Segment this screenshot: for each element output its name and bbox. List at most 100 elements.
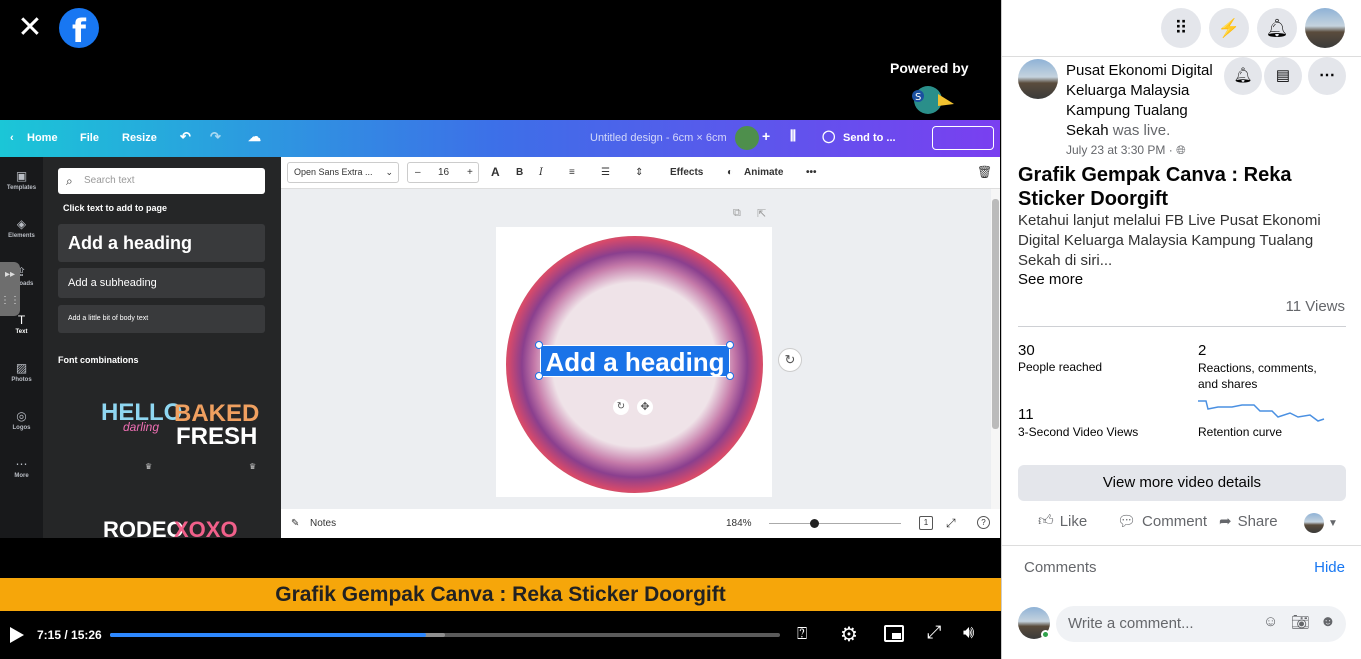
post-date[interactable]: July 23 at 3:30 PM · 🌐︎	[1066, 143, 1186, 158]
picture-in-picture-icon[interactable]	[884, 625, 904, 642]
facebook-logo[interactable]: f	[59, 8, 99, 50]
notes-button[interactable]: Notes	[310, 518, 336, 529]
comment-bubble-icon: 💬︎	[1117, 513, 1137, 530]
bold-icon[interactable]: B	[516, 167, 523, 178]
trash-icon[interactable]: 🗑	[977, 165, 992, 179]
rail-templates[interactable]: ▣ Templates	[0, 169, 43, 191]
resize-handle[interactable]	[726, 341, 734, 349]
settings-gear-icon[interactable]: ⚙	[840, 622, 858, 647]
stat-label: Reactions, comments, and shares	[1198, 361, 1317, 391]
hide-comments-link[interactable]: Hide	[1314, 559, 1345, 576]
font-size-stepper[interactable]: –16 +	[407, 162, 479, 183]
resize-handle[interactable]	[726, 372, 734, 380]
add-page-icon[interactable]: ⇱	[757, 207, 766, 220]
animate-button[interactable]: Animate	[744, 167, 783, 178]
sticker-icon[interactable]: ☻	[1320, 613, 1336, 630]
view-more-details-button[interactable]: View more video details	[1018, 465, 1346, 501]
account-avatar[interactable]	[1305, 8, 1345, 48]
cloud-icon: ☁	[248, 129, 261, 144]
page-count[interactable]: 1	[919, 516, 933, 530]
resize-handle[interactable]	[535, 372, 543, 380]
text-color-icon[interactable]: A	[491, 165, 500, 179]
rail-more[interactable]: ⋯ More	[0, 457, 43, 479]
save-icon[interactable]: ▤	[1264, 57, 1302, 95]
canva-share-button[interactable]	[932, 126, 994, 150]
spacing-icon[interactable]: ⇕	[635, 167, 643, 178]
zoom-slider-thumb[interactable]	[810, 519, 819, 528]
stat-value: 2	[1198, 342, 1207, 359]
more-menu-icon[interactable]: ⋯	[1308, 57, 1346, 95]
captions-icon[interactable]: ⍰	[797, 624, 807, 644]
rotate-handle-icon[interactable]: ↻	[613, 399, 629, 415]
premium-crown-icon: ♛	[145, 462, 153, 471]
add-collaborator-icon[interactable]: +	[762, 128, 770, 144]
rail-text[interactable]: T Text	[0, 313, 43, 335]
online-status-dot	[1041, 630, 1050, 639]
camera-icon[interactable]: 📷︎	[1291, 613, 1310, 631]
notify-bell-icon[interactable]: 🔔︎	[1224, 57, 1262, 95]
resize-handle[interactable]	[535, 341, 543, 349]
page-avatar[interactable]	[1018, 59, 1058, 99]
share-button[interactable]: ➦ Share	[1219, 512, 1278, 531]
refresh-icon[interactable]: ↻	[778, 348, 802, 372]
canvas-heading-text[interactable]: Add a heading	[540, 345, 730, 377]
help-icon[interactable]: ?	[977, 516, 990, 529]
messenger-icon[interactable]: ⚡	[1209, 8, 1249, 48]
canva-send-button[interactable]: Send to ...	[843, 132, 896, 144]
combo-rodeo[interactable]: RODEO	[103, 517, 184, 538]
fullscreen-expand-icon[interactable]: ⤢	[927, 622, 941, 643]
combo-xoxo[interactable]: XOXO	[174, 517, 238, 538]
insights-icon[interactable]: ⫼	[790, 128, 796, 144]
rail-elements[interactable]: ◈ Elements	[0, 217, 43, 239]
list-icon[interactable]: ☰	[601, 167, 610, 178]
stat-value: 30	[1018, 342, 1035, 359]
font-family-select[interactable]: Open Sans Extra ... ⌄	[287, 162, 399, 183]
undo-icon[interactable]: ↶	[180, 129, 191, 145]
see-more-link[interactable]: See more	[1018, 271, 1083, 288]
align-icon[interactable]: ≡	[569, 167, 575, 178]
volume-icon[interactable]: 🔊︎	[963, 622, 974, 643]
italic-icon[interactable]: I	[539, 167, 543, 178]
rail-logos[interactable]: ◎ Logos	[0, 409, 43, 431]
stat-value: 11	[1018, 406, 1034, 423]
vertical-scrollbar[interactable]	[991, 189, 1000, 509]
back-chevron-icon[interactable]: ‹	[10, 132, 14, 144]
video-player[interactable]: ✕ f Powered by S ‹ Home File Resize ↶ ↷ …	[0, 0, 1001, 659]
zoom-slider[interactable]	[769, 523, 901, 524]
play-icon[interactable]	[8, 625, 26, 645]
canva-hint: Click text to add to page	[63, 203, 168, 213]
canva-resize[interactable]: Resize	[122, 132, 157, 144]
stat-label: Retention curve	[1198, 425, 1283, 439]
effects-button[interactable]: Effects	[670, 167, 703, 178]
move-handle-icon[interactable]: ✥	[637, 399, 653, 415]
more-options-icon[interactable]: •••	[806, 167, 817, 178]
canva-side-rail: ▣ Templates ◈ Elements ⇪ Uploads T Text ▨ Pho…	[0, 157, 43, 538]
canva-file[interactable]: File	[80, 132, 99, 144]
close-icon[interactable]: ✕	[12, 10, 48, 46]
header-divider	[1002, 56, 1361, 57]
redo-icon[interactable]: ↷	[210, 129, 221, 145]
emoji-icon[interactable]: ☺	[1263, 613, 1278, 630]
font-combos-title: Font combinations	[58, 355, 139, 365]
add-subheading-option[interactable]: Add a subheading	[58, 268, 265, 298]
streamyard-toggle-handle[interactable]: ▸▸ ⋮⋮	[0, 262, 20, 316]
canva-home[interactable]: Home	[27, 132, 58, 144]
rail-photos[interactable]: ▨ Photos	[0, 361, 43, 383]
notifications-bell-icon[interactable]: 🔔︎	[1257, 8, 1297, 48]
reaction-profile-selector[interactable]: ▼	[1304, 513, 1338, 533]
caret-down-icon: ▼	[1328, 517, 1338, 529]
add-body-option[interactable]: Add a little bit of body text	[58, 305, 265, 333]
fullscreen-icon[interactable]: ⤢	[946, 516, 956, 531]
views-count: 11 Views	[1285, 298, 1345, 315]
comment-button[interactable]: 💬︎ Comment	[1117, 512, 1207, 531]
zoom-level: 184%	[726, 518, 752, 529]
retention-sparkline	[1198, 399, 1326, 423]
page-name-line: Pusat Ekonomi Digital Keluarga Malaysia …	[1066, 61, 1228, 141]
canva-search-input[interactable]: Search text	[58, 168, 265, 194]
add-heading-option[interactable]: Add a heading	[58, 224, 265, 262]
canva-user-avatar[interactable]	[735, 126, 759, 150]
canva-top-bar: ‹ Home File Resize ↶ ↷ ☁ Untitled design…	[0, 120, 1000, 157]
menu-grid-icon[interactable]: ⠿	[1161, 8, 1201, 48]
like-button[interactable]: 👍︎ Like	[1038, 512, 1087, 530]
duplicate-page-icon[interactable]: ⧉	[733, 207, 741, 220]
